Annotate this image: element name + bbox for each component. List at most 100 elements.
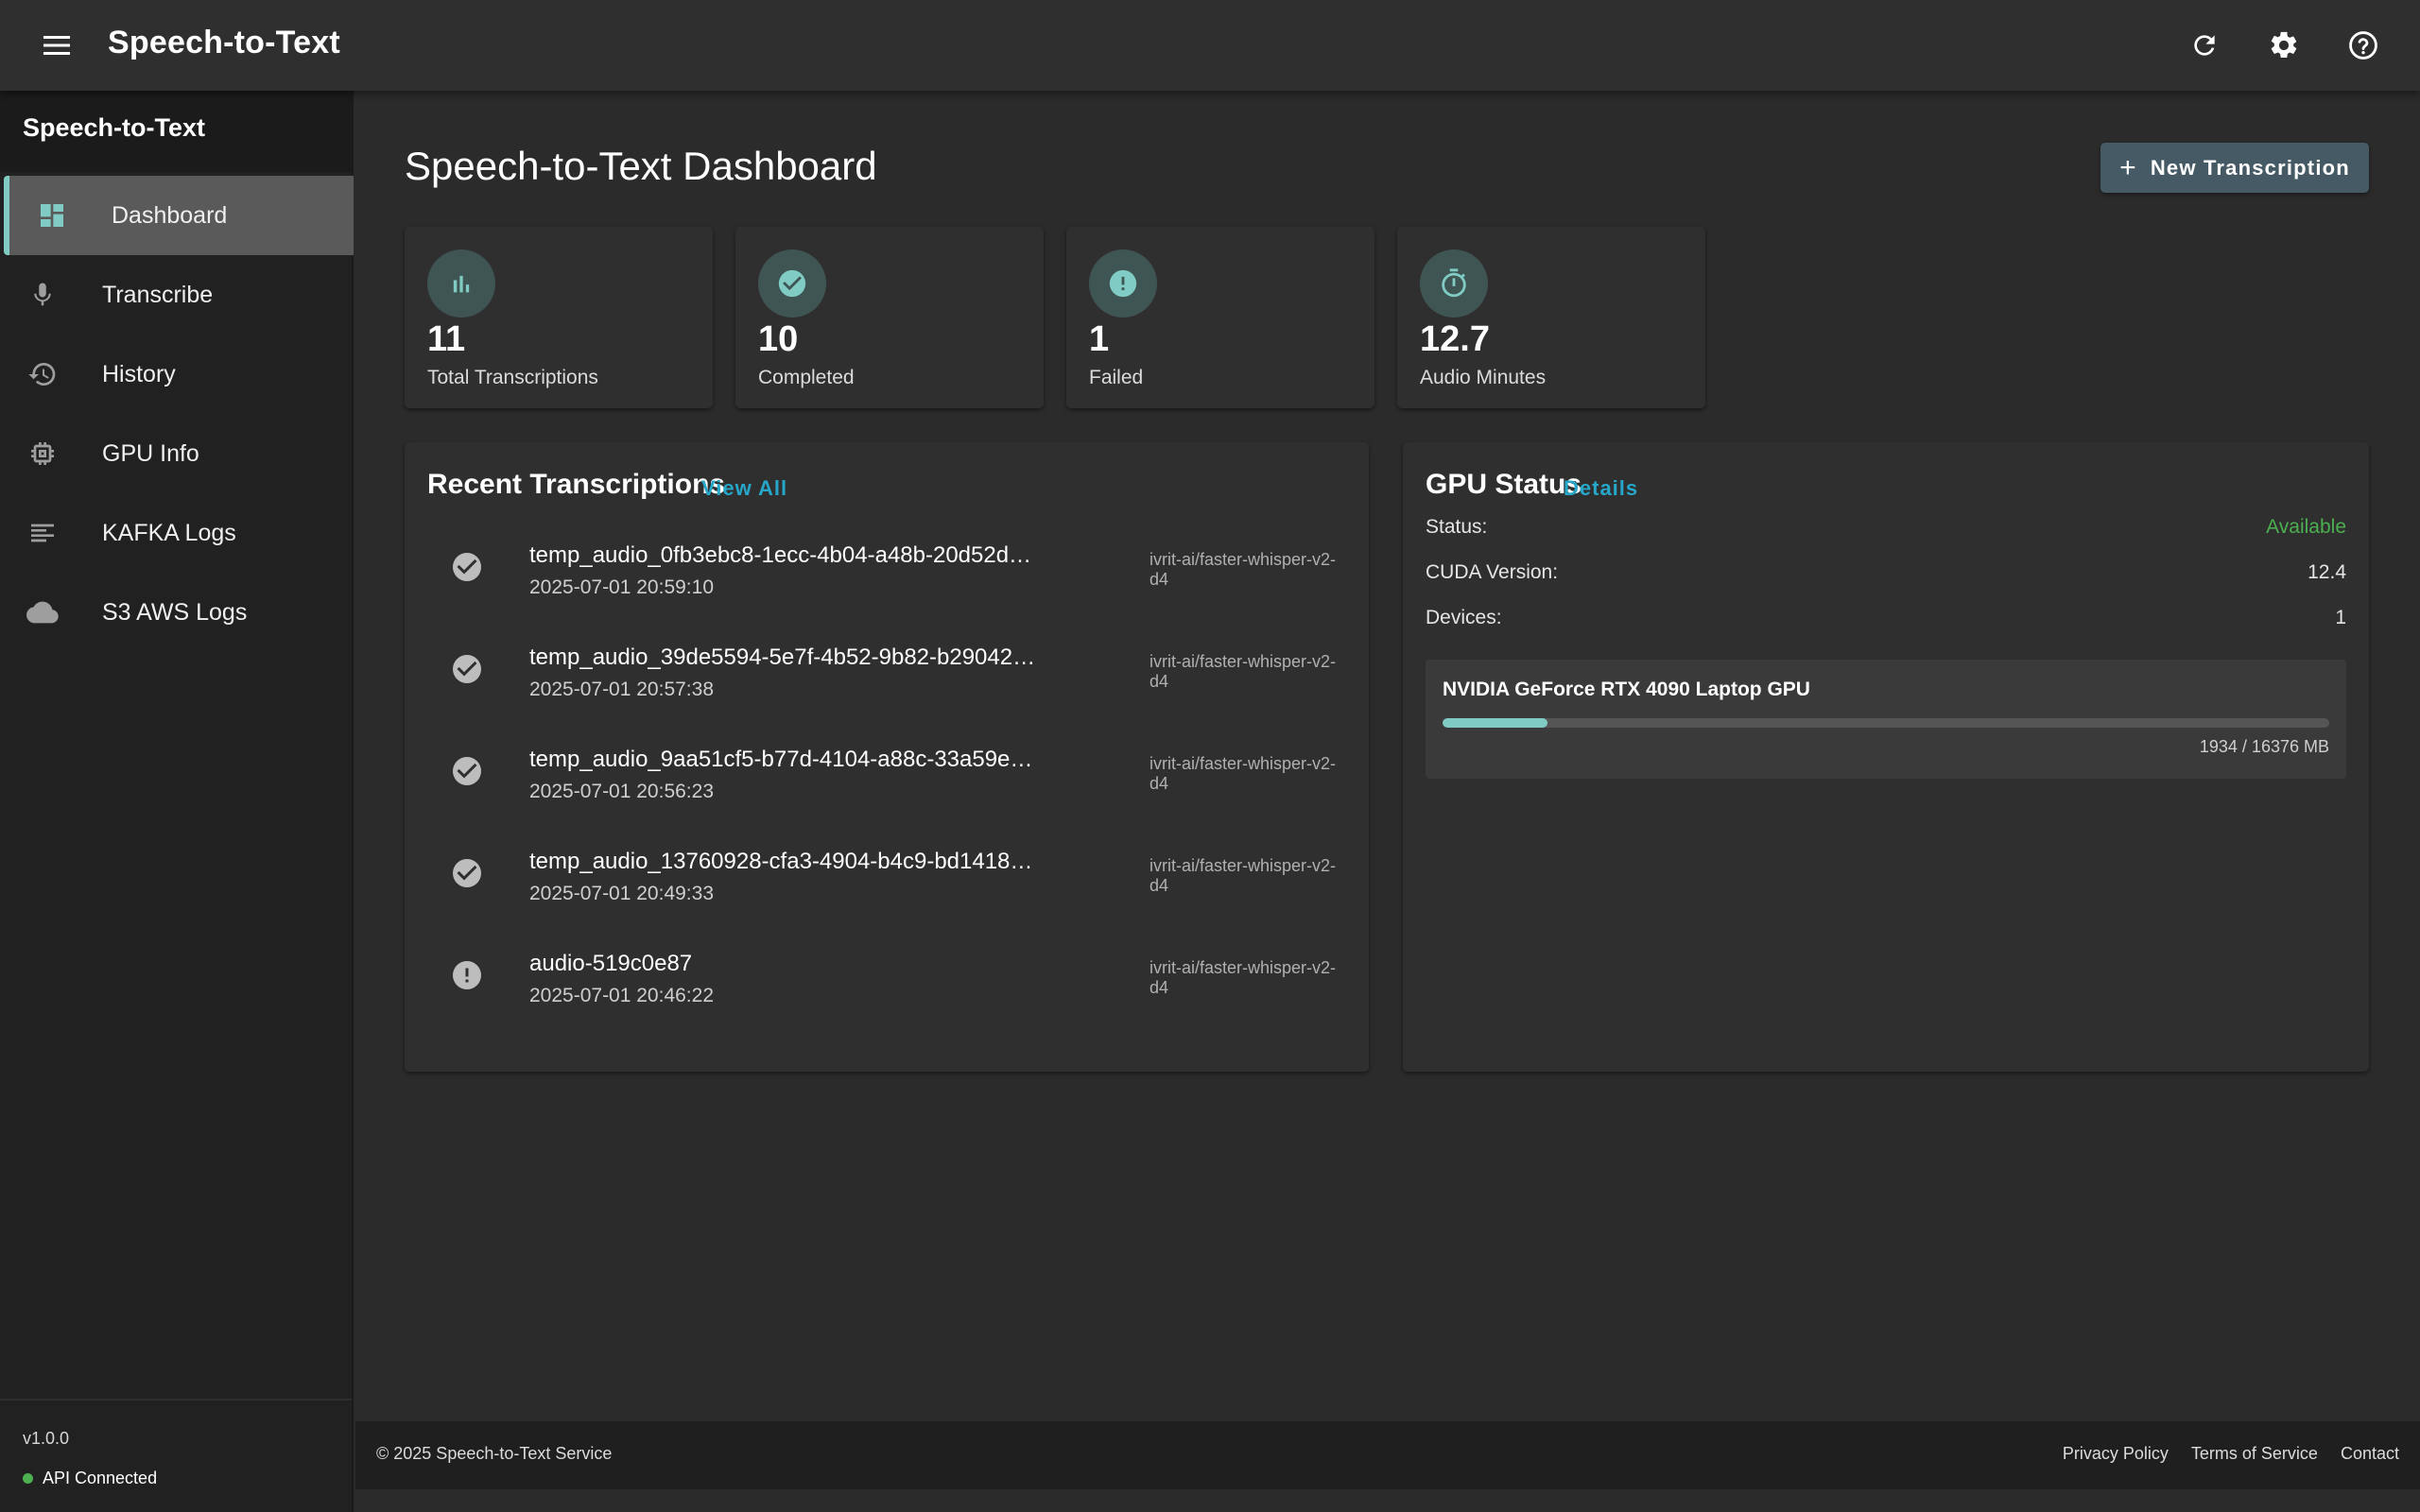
- transcription-model: ivrit-ai/faster-whisper-v2-d4: [1150, 856, 1337, 895]
- stat-value: 12.7: [1420, 319, 1490, 359]
- error-icon: [1089, 249, 1157, 318]
- gpu-memory-text: 1934 / 16376 MB: [2199, 737, 2329, 756]
- settings-icon: [2271, 31, 2297, 59]
- devices-row: Devices: 1: [1426, 607, 2346, 635]
- stat-card-completed: 10 Completed: [735, 227, 1044, 408]
- transcription-name: temp_audio_13760928-cfa3-4904-b4c9-bd141…: [529, 849, 1033, 874]
- sidebar-footer: v1.0.0 API Connected: [0, 1399, 352, 1512]
- list-item[interactable]: temp_audio_9aa51cf5-b77d-4104-a88c-33a59…: [427, 735, 1350, 837]
- stat-card-audio-minutes: 12.7 Audio Minutes: [1397, 227, 1705, 408]
- transcription-date: 2025-07-01 20:59:10: [529, 576, 714, 598]
- stat-card-total: 11 Total Transcriptions: [405, 227, 713, 408]
- recent-transcriptions-panel: Recent Transcriptions View All temp_audi…: [405, 442, 1369, 1072]
- sidebar-header: Speech-to-Text: [0, 91, 352, 172]
- mic-icon: [23, 275, 62, 315]
- contact-link[interactable]: Contact: [2341, 1444, 2399, 1464]
- transcription-date: 2025-07-01 20:56:23: [529, 781, 714, 802]
- new-transcription-button[interactable]: + New Transcription: [2100, 143, 2369, 193]
- privacy-policy-link[interactable]: Privacy Policy: [2063, 1444, 2169, 1464]
- transcription-model: ivrit-ai/faster-whisper-v2-d4: [1150, 958, 1337, 997]
- cuda-version-label: CUDA Version:: [1426, 561, 1559, 583]
- menu-button[interactable]: [34, 23, 79, 68]
- sidebar-item-kafka-logs[interactable]: KAFKA Logs: [0, 493, 354, 573]
- footer-copyright: © 2025 Speech-to-Text Service: [376, 1444, 613, 1463]
- stat-value: 11: [427, 319, 466, 359]
- gpu-memory-bar: [1443, 718, 2329, 728]
- cuda-version-value: 12.4: [2308, 561, 2346, 583]
- transcription-date: 2025-07-01 20:49:33: [529, 883, 714, 904]
- sidebar-item-gpu-info[interactable]: GPU Info: [0, 414, 354, 493]
- list-item[interactable]: temp_audio_39de5594-5e7f-4b52-9b82-b2904…: [427, 633, 1350, 735]
- gpu-device-name: NVIDIA GeForce RTX 4090 Laptop GPU: [1443, 679, 1810, 700]
- dashboard-icon: [32, 196, 72, 235]
- gpu-details-link[interactable]: Details: [1564, 476, 1638, 501]
- list-item[interactable]: temp_audio_13760928-cfa3-4904-b4c9-bd141…: [427, 837, 1350, 939]
- view-all-link[interactable]: View All: [701, 476, 787, 501]
- sidebar-item-transcribe[interactable]: Transcribe: [0, 255, 354, 335]
- help-button[interactable]: [2341, 23, 2386, 68]
- sidebar-item-label: S3 AWS Logs: [102, 598, 248, 626]
- check-circle-icon: [758, 249, 826, 318]
- sidebar-item-label: KAFKA Logs: [102, 519, 236, 546]
- footer: © 2025 Speech-to-Text Service Privacy Po…: [355, 1421, 2420, 1489]
- check-circle-icon: [453, 655, 481, 683]
- status-dot-icon: [23, 1473, 33, 1484]
- stat-label: Audio Minutes: [1420, 367, 1547, 388]
- sidebar-item-dashboard[interactable]: Dashboard: [4, 176, 354, 255]
- sidebar-item-label: History: [102, 360, 176, 387]
- transcription-date: 2025-07-01 20:46:22: [529, 985, 714, 1006]
- transcription-model: ivrit-ai/faster-whisper-v2-d4: [1150, 550, 1337, 589]
- check-circle-icon: [453, 757, 481, 785]
- bottom-strip: [355, 1489, 2420, 1512]
- bar-chart-icon: [427, 249, 495, 318]
- recent-transcriptions-title: Recent Transcriptions: [427, 469, 726, 500]
- gpu-status-label: Status:: [1426, 516, 1488, 538]
- check-circle-icon: [453, 553, 481, 581]
- cloud-icon: [23, 593, 62, 632]
- refresh-icon: [2194, 35, 2215, 56]
- api-status: API Connected: [23, 1469, 157, 1488]
- stat-value: 10: [758, 319, 799, 359]
- api-status-label: API Connected: [43, 1469, 158, 1487]
- gpu-device-card: NVIDIA GeForce RTX 4090 Laptop GPU 1934 …: [1426, 660, 2346, 779]
- transcription-name: audio-519c0e87: [529, 951, 693, 976]
- transcription-model: ivrit-ai/faster-whisper-v2-d4: [1150, 754, 1337, 793]
- gpu-status-title: GPU Status: [1426, 469, 1582, 500]
- transcription-name: temp_audio_39de5594-5e7f-4b52-9b82-b2904…: [529, 644, 1036, 670]
- settings-button[interactable]: [2261, 23, 2307, 68]
- list-item[interactable]: temp_audio_0fb3ebc8-1ecc-4b04-a48b-20d52…: [427, 531, 1350, 633]
- stat-label: Failed: [1089, 367, 1144, 388]
- chip-icon: [23, 434, 62, 473]
- cuda-version-row: CUDA Version: 12.4: [1426, 561, 2346, 590]
- sidebar-item-label: Dashboard: [112, 201, 228, 229]
- sidebar-item-history[interactable]: History: [0, 335, 354, 414]
- stat-label: Completed: [758, 367, 855, 388]
- error-icon: [453, 961, 481, 989]
- sidebar-item-s3-aws-logs[interactable]: S3 AWS Logs: [0, 573, 354, 652]
- devices-value: 1: [2335, 607, 2346, 628]
- refresh-button[interactable]: [2182, 23, 2227, 68]
- page-title: Speech-to-Text Dashboard: [405, 144, 877, 188]
- log-lines-icon: [23, 513, 62, 553]
- transcription-name: temp_audio_9aa51cf5-b77d-4104-a88c-33a59…: [529, 747, 1033, 772]
- sidebar-item-label: GPU Info: [102, 439, 199, 467]
- transcription-date: 2025-07-01 20:57:38: [529, 679, 714, 700]
- sidebar: Speech-to-Text Dashboard Transcribe Hist…: [0, 91, 354, 1512]
- stat-card-failed: 1 Failed: [1066, 227, 1374, 408]
- devices-label: Devices:: [1426, 607, 1502, 628]
- footer-links: Privacy Policy Terms of Service Contact: [2063, 1444, 2399, 1464]
- gpu-status-value: Available: [2266, 516, 2346, 538]
- terms-of-service-link[interactable]: Terms of Service: [2191, 1444, 2318, 1464]
- transcription-name: temp_audio_0fb3ebc8-1ecc-4b04-a48b-20d52…: [529, 542, 1032, 568]
- app-version: v1.0.0: [23, 1429, 70, 1448]
- gpu-memory-fill: [1443, 718, 1547, 728]
- new-transcription-label: New Transcription: [2150, 155, 2350, 180]
- stat-label: Total Transcriptions: [427, 367, 598, 388]
- sidebar-item-label: Transcribe: [102, 281, 214, 308]
- list-item[interactable]: audio-519c0e87 2025-07-01 20:46:22 ivrit…: [427, 939, 1350, 1041]
- transcription-model: ivrit-ai/faster-whisper-v2-d4: [1150, 652, 1337, 691]
- menu-icon: [43, 36, 70, 55]
- timer-icon: [1420, 249, 1488, 318]
- gpu-status-row: Status: Available: [1426, 516, 2346, 544]
- check-circle-icon: [453, 859, 481, 887]
